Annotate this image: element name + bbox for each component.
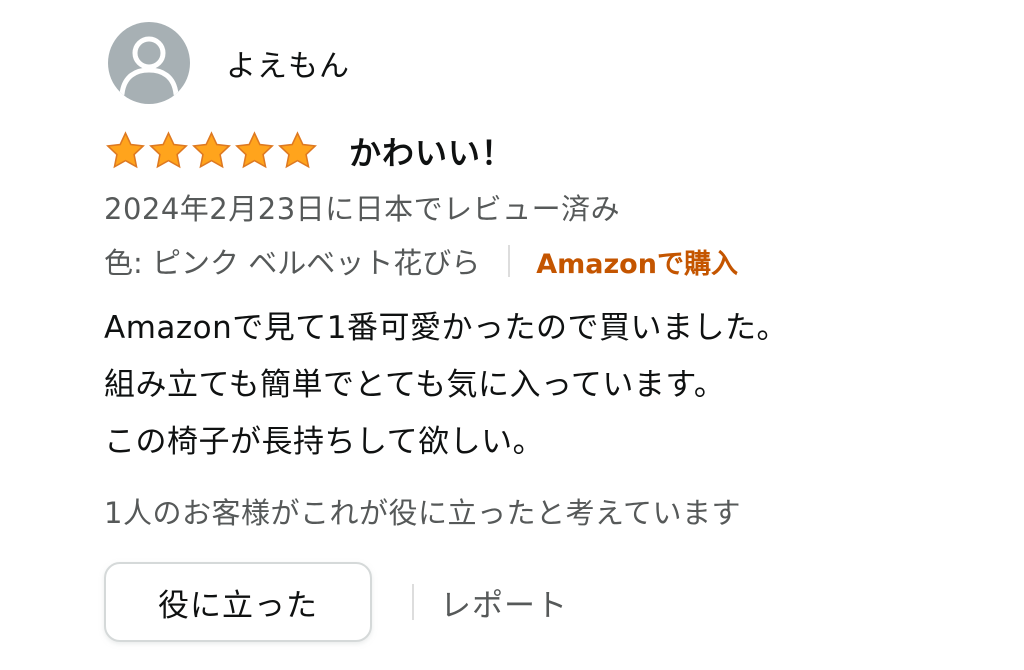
rating-title-row: かわいい！: [104, 128, 514, 174]
review-title[interactable]: かわいい！: [349, 128, 514, 174]
divider: [508, 245, 511, 277]
review-body: Amazonで見て1番可愛かったので買いました。 組み立ても簡単でとても気に入っ…: [104, 300, 788, 471]
star-rating[interactable]: [104, 130, 319, 172]
divider: [412, 584, 414, 620]
review-body-line: 組み立ても簡単でとても気に入っています。: [104, 367, 726, 403]
star-icon: [278, 131, 317, 169]
reviewer-name[interactable]: よえもん: [226, 41, 350, 85]
review-date: 2024年2月23日に日本でレビュー済み: [104, 192, 621, 226]
review-actions: 役に立った レポート: [104, 562, 568, 642]
user-silhouette-icon: [119, 36, 179, 97]
review-body-line: Amazonで見て1番可愛かったので買いました。: [104, 310, 789, 346]
variant-row: 色: ピンク ベルベット花びら Amazonで購入: [104, 240, 738, 282]
review-body-line: この椅子が長持ちして欲しい。: [104, 424, 545, 460]
star-icon: [106, 131, 145, 169]
customer-review: よえもん かわいい！ 2024年2月23日に日本でレビュー済み 色: ピンク ベ…: [0, 0, 1024, 670]
reviewer-profile[interactable]: よえもん: [108, 22, 350, 104]
avatar[interactable]: [108, 22, 190, 104]
star-icon: [235, 131, 274, 169]
star-icon: [192, 131, 231, 169]
report-link[interactable]: レポート: [440, 580, 568, 625]
helpful-count: 1人のお客様がこれが役に立ったと考えています: [104, 496, 742, 530]
star-icon: [149, 131, 188, 169]
verified-purchase-badge: Amazonで購入: [536, 248, 738, 280]
variant-label: 色: ピンク ベルベット花びら: [104, 246, 481, 280]
helpful-button[interactable]: 役に立った: [104, 562, 372, 642]
